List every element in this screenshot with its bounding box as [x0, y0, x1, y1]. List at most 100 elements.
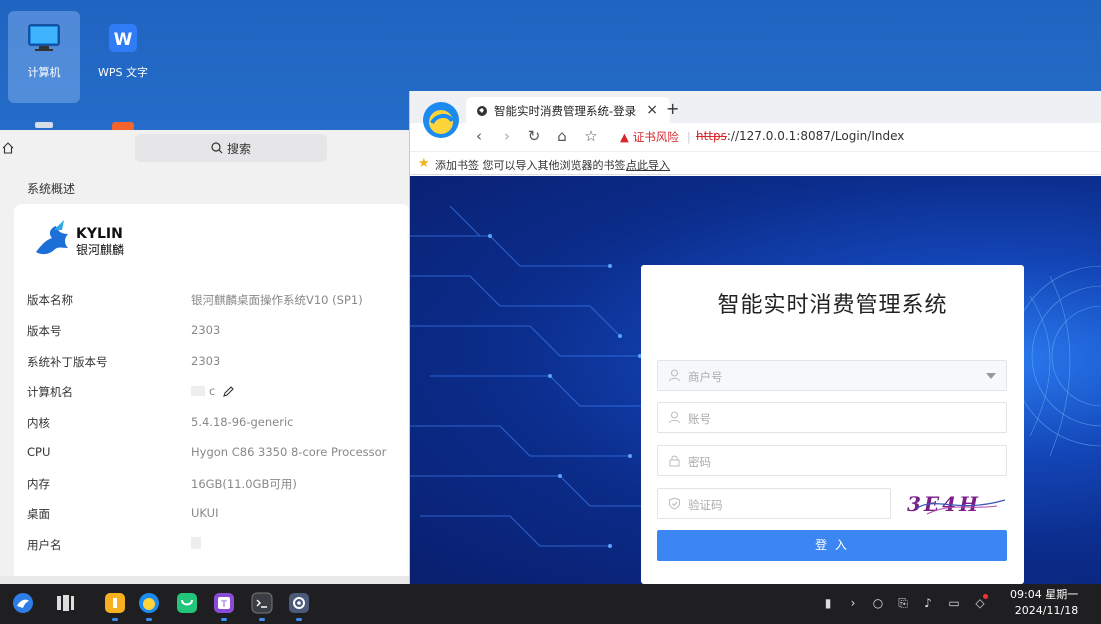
terminal-icon[interactable] — [251, 592, 273, 614]
merchant-placeholder: 商户号 — [688, 370, 723, 384]
captcha-field[interactable]: 验证码 — [657, 488, 891, 519]
info-value: 5.4.18-96-generic — [191, 415, 294, 429]
info-key: CPU — [27, 445, 51, 459]
kylin-brand-text: KYLIN — [76, 226, 123, 242]
info-value: c — [209, 384, 216, 398]
account-placeholder: 账号 — [688, 412, 711, 426]
desktop-icon-wps[interactable]: W WPS 文字 — [87, 11, 159, 103]
info-key: 系统补丁版本号 — [27, 355, 108, 369]
bookmark-bar: ★ 添加书签 您可以导入其他浏览器的书签, 点此导入 — [410, 151, 1101, 175]
kylin-logo-mark: KYLIN 银河麒麟 — [36, 220, 124, 257]
import-bookmarks-link[interactable]: 点此导入 — [626, 157, 670, 173]
merchant-select[interactable]: 商户号 — [657, 360, 1007, 391]
bookmark-hint: 添加书签 您可以导入其他浏览器的书签, — [435, 159, 629, 172]
info-row-desktop: 桌面 UKUI — [27, 502, 407, 526]
system-info-card: KYLIN 银河麒麟 版本名称 银河麒麟桌面操作系统V10 (SP1) 版本号 … — [14, 204, 410, 584]
info-row-username: 用户名 — [27, 533, 407, 557]
home-icon[interactable]: ⌂ — [553, 127, 571, 145]
cert-warning[interactable]: ▲ 证书风险 | — [620, 129, 691, 145]
notification-icon[interactable]: ◇ — [972, 594, 988, 611]
running-indicator — [146, 618, 152, 621]
url-rest: ://127.0.0.1:8087/Login/Index — [726, 129, 905, 143]
multitask-icon[interactable] — [54, 592, 76, 614]
text-editor-icon[interactable]: T — [213, 592, 235, 614]
info-key: 内核 — [27, 416, 50, 430]
desktop-icon-document[interactable] — [87, 112, 159, 130]
password-field[interactable]: 密码 — [657, 445, 1007, 476]
username-value — [191, 537, 201, 549]
warning-icon: ▲ — [620, 130, 629, 144]
captcha-image[interactable]: 3E4H — [897, 488, 1007, 519]
chevron-right-icon[interactable]: › — [845, 595, 861, 611]
info-row-patch-version: 系统补丁版本号 2303 — [27, 350, 407, 374]
search-icon[interactable]: ○ — [870, 595, 886, 611]
account-field[interactable]: 账号 — [657, 402, 1007, 433]
desktop-icon-label: 计算机 — [27, 66, 61, 79]
info-value: 银河麒麟桌面操作系统V10 (SP1) — [191, 293, 363, 307]
settings-window: 搜索 系统概述 KYLIN 银河麒麟 版本名称 银河麒麟桌面操作系统V10 (S… — [0, 130, 410, 584]
browser-tab[interactable]: 智能实时消费管理系统-登录 × — [466, 97, 670, 125]
star-icon: ★ — [418, 156, 430, 171]
info-value: Hygon C86 3350 8-core Processor — [191, 445, 387, 459]
separator: | — [686, 130, 691, 144]
desktop-icon-computer[interactable]: 计算机 — [8, 11, 80, 103]
running-indicator — [221, 618, 227, 621]
browser-icon[interactable] — [138, 592, 160, 614]
shield-icon — [669, 497, 680, 510]
running-indicator — [259, 618, 265, 621]
cert-warning-label: 证书风险 — [632, 130, 679, 144]
info-row-kernel: 内核 5.4.18-96-generic — [27, 411, 407, 435]
info-key: 用户名 — [27, 538, 62, 552]
clock[interactable]: 09:04 星期一 2024/11/18 — [1010, 587, 1078, 619]
info-row-computer-name: 计算机名 c — [27, 380, 407, 404]
browser-window: 智能实时消费管理系统-登录 × + ‹ › ↻ ⌂ ☆ ▲ 证书风险 | htt… — [409, 91, 1101, 584]
bookmark-star-icon[interactable]: ☆ — [582, 127, 600, 145]
info-key: 计算机名 — [27, 385, 73, 399]
info-key: 版本号 — [27, 324, 62, 338]
info-row-cpu: CPU Hygon C86 3350 8-core Processor — [27, 441, 407, 465]
settings-icon[interactable] — [288, 592, 310, 614]
search-input[interactable]: 搜索 — [135, 134, 327, 162]
computer-name-value: c — [191, 384, 235, 398]
password-placeholder: 密码 — [688, 455, 711, 469]
desktop-icon-trash[interactable] — [8, 112, 80, 130]
new-tab-button[interactable]: + — [666, 99, 679, 118]
software-store-icon[interactable] — [176, 592, 198, 614]
notes-icon[interactable]: ▮ — [820, 595, 836, 611]
forward-icon[interactable]: › — [498, 127, 516, 145]
network-icon[interactable]: ⎘ — [895, 595, 911, 611]
login-button[interactable]: 登 入 — [657, 530, 1007, 561]
info-key: 桌面 — [27, 507, 50, 521]
file-manager-icon[interactable] — [104, 592, 126, 614]
reload-icon[interactable]: ↻ — [525, 127, 543, 145]
info-value: 2303 — [191, 354, 221, 368]
settings-bottom-strip — [0, 576, 410, 584]
keyboard-icon[interactable]: ▭ — [946, 595, 962, 611]
section-title: 系统概述 — [27, 182, 76, 196]
clock-date: 2024/11/18 — [1014, 604, 1079, 617]
kylin-cn-text: 银河麒麟 — [76, 242, 124, 257]
clock-time: 09:04 星期一 — [1010, 588, 1079, 601]
desktop-icon-label: WPS 文字 — [98, 66, 148, 79]
url-field[interactable]: https://127.0.0.1:8087/Login/Index — [696, 129, 904, 143]
login-page: 智能实时消费管理系统 商户号 账号 密码 验证码 3E4H 登 入 — [410, 176, 1101, 584]
close-tab-icon[interactable]: × — [646, 102, 658, 118]
running-indicator — [296, 618, 302, 621]
running-indicator — [112, 618, 118, 621]
user-icon — [669, 369, 680, 382]
kylin-logo: KYLIN 银河麒麟 — [34, 216, 154, 260]
wps-writer-icon: W — [109, 24, 137, 52]
edit-icon[interactable] — [223, 385, 235, 397]
volume-icon[interactable]: ♪ — [920, 595, 936, 611]
info-key: 版本名称 — [27, 293, 73, 307]
captcha-placeholder: 验证码 — [688, 498, 723, 512]
home-icon[interactable] — [2, 142, 14, 154]
browser-logo-icon — [423, 102, 459, 138]
globe-icon — [477, 106, 487, 116]
kylin-start-icon[interactable] — [12, 592, 34, 614]
info-value: 16GB(11.0GB可用) — [191, 477, 297, 491]
computer-icon — [28, 24, 60, 51]
taskbar: T ▮ › ○ ⎘ ♪ ▭ ◇ 09:04 星期一 2024/11/18 — [0, 584, 1101, 624]
lock-icon — [669, 455, 680, 467]
back-icon[interactable]: ‹ — [470, 127, 488, 145]
